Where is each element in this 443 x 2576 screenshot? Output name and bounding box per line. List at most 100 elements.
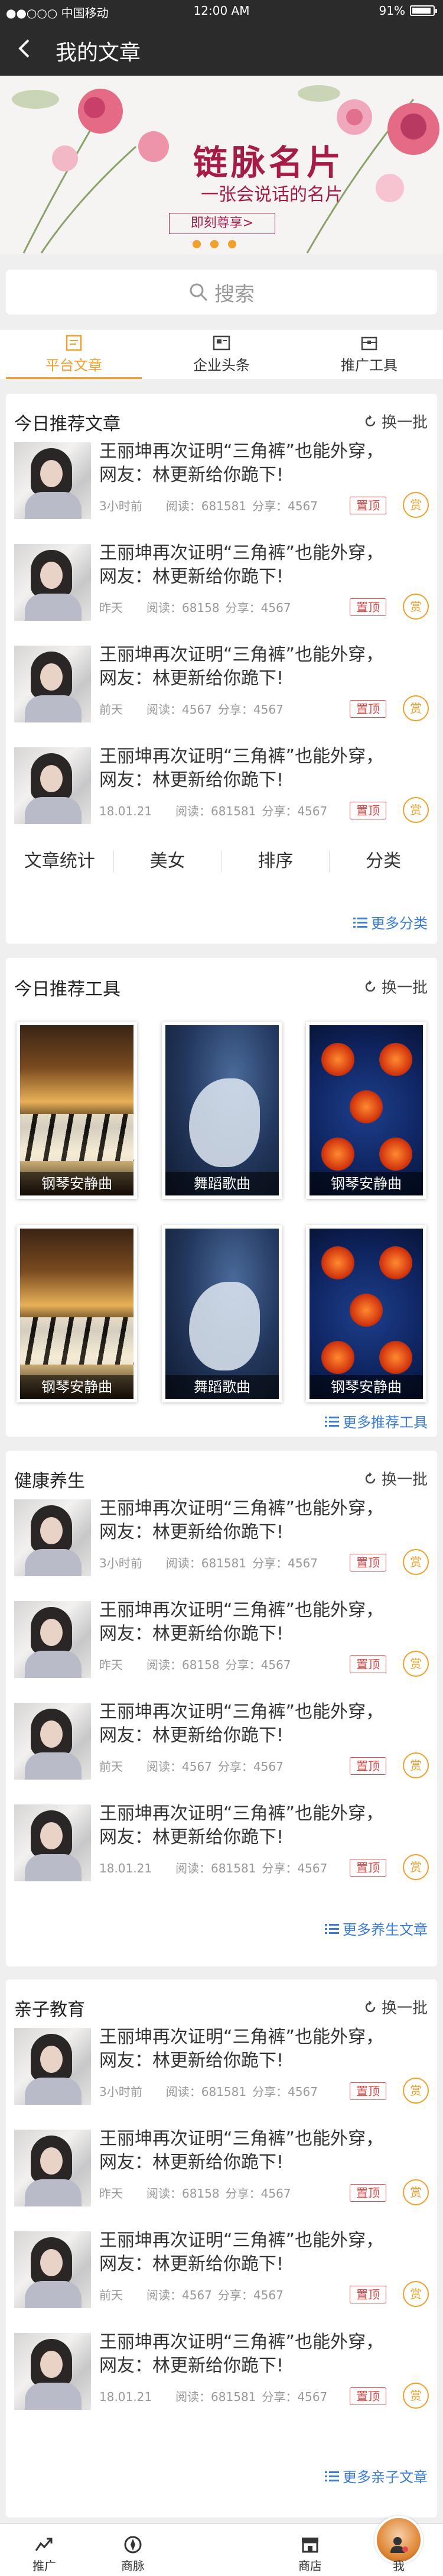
tab-company-headlines[interactable]: 企业头条 [148,330,295,379]
carousel-dot[interactable] [193,240,201,248]
search-placeholder: 搜索 [214,282,255,306]
article-item[interactable]: 王丽坤再次证明“三角裤”也能外穿，网友：林更新给你跪下! 昨天 阅读：68158 分… [6,1586,437,1687]
article-reads: 阅读：681581 [175,2390,256,2404]
newspaper-icon [213,335,230,351]
article-shares: 分享：4567 [262,2390,328,2404]
article-shares: 分享：4567 [225,601,291,615]
pin-button[interactable]: 置顶 [350,1655,386,1673]
article-meta: 昨天 阅读：68158 分享：4567 [99,2184,315,2201]
article-meta: 3小时前 阅读：681581 分享：4567 [99,1554,341,1571]
filter-category[interactable]: 分类 [330,850,437,873]
tool-item[interactable]: 钢琴安静曲 [17,1225,137,1402]
tool-item[interactable]: 舞蹈歌曲 [162,1022,282,1199]
article-time: 3小时前 [99,499,142,513]
tool-item[interactable]: 舞蹈歌曲 [162,1225,282,1402]
article-item[interactable]: 王丽坤再次证明“三角裤”也能外穿，网友：林更新给你跪下! 前天 阅读：4567 分享… [6,2216,437,2318]
article-item[interactable]: 王丽坤再次证明“三角裤”也能外穿，网友：林更新给你跪下! 3小时前 阅读：6815… [6,2013,437,2114]
article-item[interactable]: 王丽坤再次证明“三角裤”也能外穿，网友：林更新给你跪下! 18.01.21 阅读：… [6,1789,437,1891]
footer-tab-me[interactable]: 我 [354,2524,443,2576]
article-meta: 18.01.21 阅读：681581 分享：4567 [99,802,351,819]
more-parenting-link[interactable]: 更多亲子文章 [325,2465,428,2486]
reward-button[interactable]: 赏 [403,2281,429,2307]
tool-item[interactable]: 钢琴安静曲 [306,1022,426,1199]
article-thumbnail [14,2130,91,2206]
article-item[interactable]: 王丽坤再次证明“三角裤”也能外穿，网友：林更新给你跪下! 昨天 阅读：68158 分… [6,529,437,630]
reward-button[interactable]: 赏 [403,695,429,721]
article-item[interactable]: 王丽坤再次证明“三角裤”也能外穿，网友：林更新给你跪下! 18.01.21 阅读：… [6,732,437,834]
tool-item[interactable]: 钢琴安静曲 [17,1022,137,1199]
article-shares: 分享：4567 [262,1861,328,1875]
article-shares: 分享：4567 [225,1658,291,1672]
tool-item[interactable]: 钢琴安静曲 [306,1225,426,1402]
reward-button[interactable]: 赏 [403,1549,429,1575]
list-icon [325,1923,339,1934]
more-label: 更多亲子文章 [343,2469,428,2486]
article-meta: 3小时前 阅读：681581 分享：4567 [99,2082,341,2099]
article-thumbnail [14,747,91,824]
parenting-articles-card: 亲子教育 换一批 王丽坤再次证明“三角裤”也能外穿，网友：林更新给你跪下! 3小… [6,1979,437,2517]
footer-label: 我 [393,2559,405,2573]
article-item[interactable]: 王丽坤再次证明“三角裤”也能外穿，网友：林更新给你跪下! 前天 阅读：4567 分享… [6,1687,437,1789]
pin-button[interactable]: 置顶 [350,700,386,718]
more-categories-link[interactable]: 更多分类 [353,912,428,932]
refresh-icon [365,2000,376,2012]
carousel-dot[interactable] [228,240,236,248]
article-reads: 阅读：4567 [146,1760,212,1774]
article-item[interactable]: 王丽坤再次证明“三角裤”也能外穿，网友：林更新给你跪下! 昨天 阅读：68158 分… [6,2114,437,2216]
recommended-tools-card: 今日推荐工具 换一批 钢琴安静曲 舞蹈歌曲 钢琴安静曲 钢琴安静曲 舞蹈歌曲 钢… [6,958,437,1437]
reward-button[interactable]: 赏 [403,1854,429,1880]
filter-article-stats[interactable]: 文章统计 [6,850,114,873]
banner-cta-button[interactable]: 即刻尊享> [169,213,275,234]
reward-button[interactable]: 赏 [403,797,429,823]
article-item[interactable]: 王丽坤再次证明“三角裤”也能外穿，网友：林更新给你跪下! 18.01.21 阅读：… [6,2318,437,2419]
reward-button[interactable]: 赏 [403,492,429,518]
promote-icon [35,2538,53,2551]
reward-button[interactable]: 赏 [403,2179,429,2205]
pin-button[interactable]: 置顶 [350,1757,386,1775]
tab-label: 企业头条 [193,357,250,374]
pin-button[interactable]: 置顶 [350,2184,386,2202]
footer-tab-promote[interactable]: 推广 [0,2524,89,2576]
reward-button[interactable]: 赏 [403,1752,429,1778]
reward-button[interactable]: 赏 [403,1651,429,1677]
filter-beauty[interactable]: 美女 [114,850,222,873]
footer-tab-center[interactable] [177,2516,423,2576]
carousel-dot[interactable] [210,240,219,248]
search-input[interactable]: 搜索 [6,270,437,315]
footer-tab-network[interactable]: 商脉 [89,2524,177,2576]
tab-platform-articles[interactable]: 平台文章 [0,330,148,379]
article-reads: 阅读：68158 [146,2186,220,2201]
pin-button[interactable]: 置顶 [350,2286,386,2303]
filter-sort[interactable]: 排序 [222,850,330,873]
footer-tab-shop[interactable]: 商店 [266,2524,354,2576]
pin-button[interactable]: 置顶 [350,2387,386,2405]
more-health-link[interactable]: 更多养生文章 [325,1918,428,1939]
reward-button[interactable]: 赏 [403,2383,429,2409]
article-meta: 前天 阅读：4567 分享：4567 [99,1757,307,1774]
user-icon [390,2537,408,2553]
back-arrow-icon[interactable] [12,34,40,63]
pin-button[interactable]: 置顶 [350,598,386,616]
article-thumbnail [14,2231,91,2308]
pin-button[interactable]: 置顶 [350,1554,386,1571]
article-thumbnail [14,2028,91,2105]
pin-button[interactable]: 置顶 [350,2082,386,2100]
article-meta: 前天 阅读：4567 分享：4567 [99,700,307,717]
promo-banner[interactable]: 链脉名片 一张会说话的名片 即刻尊享> [0,76,443,254]
article-item[interactable]: 王丽坤再次证明“三角裤”也能外穿，网友：林更新给你跪下! 3小时前 阅读：6815… [6,1484,437,1586]
reward-button[interactable]: 赏 [403,2078,429,2104]
article-shares: 分享：4567 [217,702,284,717]
pin-button[interactable]: 置顶 [350,497,386,514]
article-item[interactable]: 王丽坤再次证明“三角裤”也能外穿，网友：林更新给你跪下! 前天 阅读：4567 分享… [6,630,437,732]
pin-button[interactable]: 置顶 [350,1859,386,1877]
more-tools-link[interactable]: 更多推荐工具 [325,1411,428,1431]
article-time: 昨天 [99,2186,123,2201]
article-item[interactable]: 王丽坤再次证明“三角裤”也能外穿，网友：林更新给你跪下! 3小时前 阅读：6815… [6,427,437,529]
tool-caption: 钢琴安静曲 [20,1172,133,1195]
article-shares: 分享：4567 [262,804,328,818]
pin-button[interactable]: 置顶 [350,802,386,819]
tab-label: 平台文章 [45,357,102,374]
reward-button[interactable]: 赏 [403,594,429,620]
tab-promo-tools[interactable]: 推广工具 [295,330,443,379]
refresh-button[interactable]: 换一批 [364,976,428,997]
